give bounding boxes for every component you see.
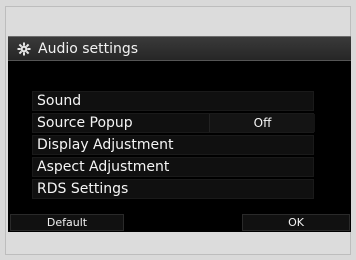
- settings-menu: Sound Source Popup Off Display Adjustmen…: [32, 91, 315, 201]
- gear-icon: [17, 42, 31, 56]
- default-button[interactable]: Default: [10, 214, 124, 231]
- source-popup-value-box: Off: [209, 114, 315, 132]
- menu-item-sound[interactable]: Sound: [32, 91, 314, 111]
- menu-item-label: RDS Settings: [37, 181, 129, 197]
- source-popup-value: Off: [253, 116, 272, 130]
- ok-button[interactable]: OK: [242, 214, 350, 231]
- title-bar: Audio settings: [8, 36, 351, 61]
- menu-item-aspect-adjustment[interactable]: Aspect Adjustment: [32, 157, 314, 177]
- page-title: Audio settings: [38, 41, 139, 57]
- menu-item-rds-settings[interactable]: RDS Settings: [32, 179, 314, 199]
- menu-item-source-popup[interactable]: Source Popup Off: [32, 113, 315, 133]
- menu-item-label: Display Adjustment: [37, 137, 174, 153]
- menu-item-label: Aspect Adjustment: [37, 159, 170, 175]
- menu-item-display-adjustment[interactable]: Display Adjustment: [32, 135, 314, 155]
- audio-settings-screen: Audio settings Sound Source Popup Off Di…: [8, 36, 351, 232]
- menu-item-label: Source Popup: [37, 115, 133, 131]
- menu-item-label: Sound: [37, 93, 82, 109]
